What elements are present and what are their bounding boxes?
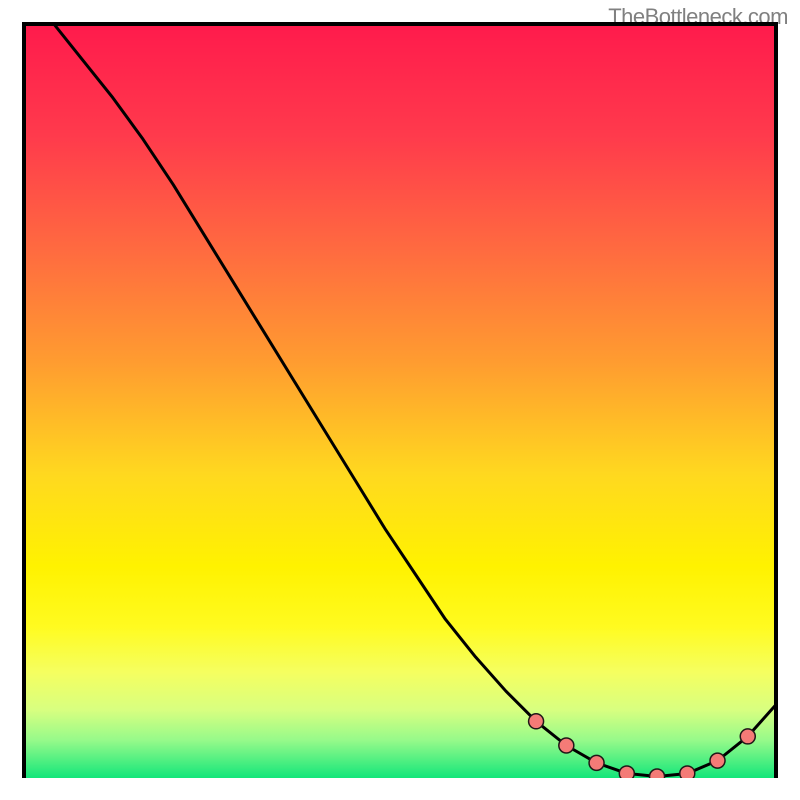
- chart-background: [22, 22, 778, 778]
- curve-marker: [529, 714, 544, 729]
- curve-marker: [650, 769, 665, 778]
- bottleneck-chart: [22, 22, 778, 778]
- curve-marker: [740, 729, 755, 744]
- chart-container: [22, 22, 778, 778]
- curve-marker: [619, 766, 634, 778]
- curve-marker: [589, 755, 604, 770]
- curve-marker: [559, 738, 574, 753]
- curve-marker: [680, 766, 695, 778]
- curve-marker: [710, 753, 725, 768]
